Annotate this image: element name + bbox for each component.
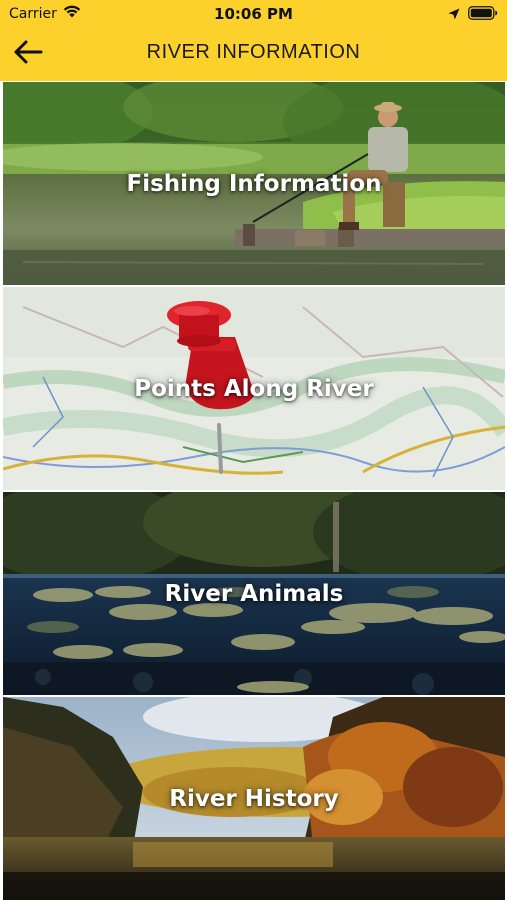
menu-item-river-history[interactable]: River History [3, 697, 505, 900]
status-time: 10:06 PM [214, 5, 293, 23]
menu-item-label: River Animals [164, 580, 344, 607]
river-information-screen: Carrier 10:06 PM RIVER INFORMATION Fishi… [0, 0, 507, 900]
menu-item-points-along-river[interactable]: Points Along River [3, 287, 505, 490]
battery-icon [468, 5, 498, 24]
status-bar: Carrier 10:06 PM [0, 0, 507, 28]
menu-item-label: Points Along River [134, 375, 374, 402]
nav-bar: RIVER INFORMATION [0, 28, 507, 81]
menu-item-label: Fishing Information [126, 170, 382, 197]
page-title: RIVER INFORMATION [146, 41, 361, 63]
header: Carrier 10:06 PM RIVER INFORMATION [0, 0, 507, 81]
menu-item-fishing-information[interactable]: Fishing Information [3, 82, 505, 285]
menu-item-river-animals[interactable]: River Animals [3, 492, 505, 695]
status-right [448, 5, 498, 24]
menu-item-label: River History [169, 785, 339, 812]
location-arrow-icon [448, 5, 460, 24]
